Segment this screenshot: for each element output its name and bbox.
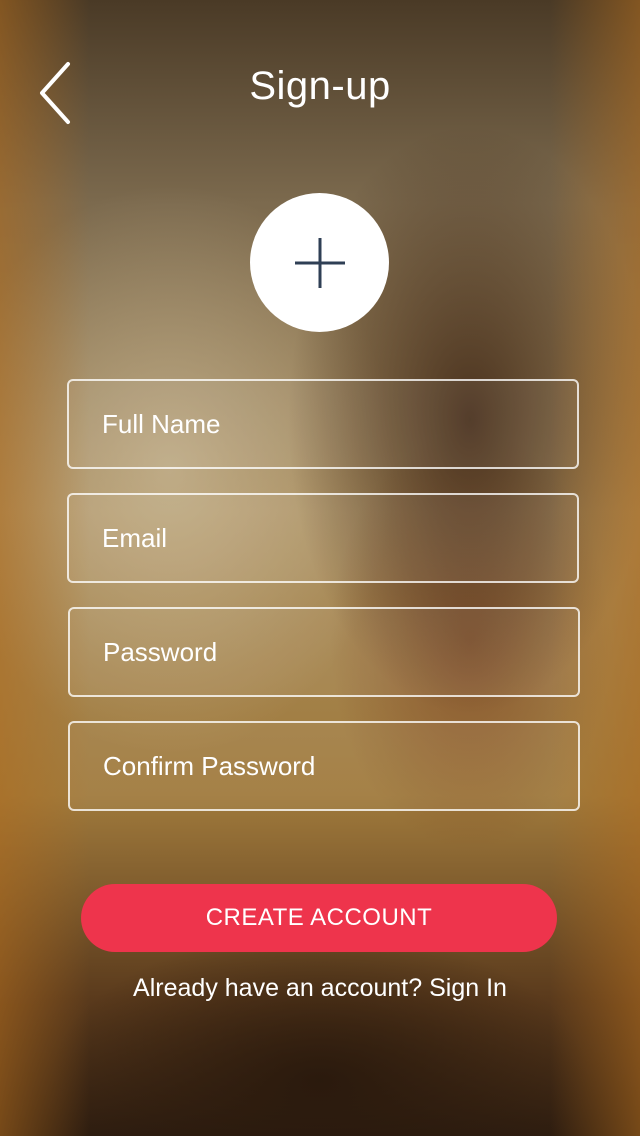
create-account-button[interactable]: CREATE ACCOUNT xyxy=(81,884,557,952)
page-title: Sign-up xyxy=(249,64,391,108)
add-photo-button[interactable] xyxy=(250,193,389,332)
email-field[interactable] xyxy=(67,493,579,583)
full-name-field[interactable] xyxy=(67,379,579,469)
signup-screen: Sign-up CREATE ACCOUNT Already have an a… xyxy=(0,0,640,1136)
password-field[interactable] xyxy=(68,607,580,697)
signin-link[interactable]: Sign In xyxy=(429,974,507,1002)
plus-icon xyxy=(294,237,345,288)
confirm-password-field[interactable] xyxy=(68,721,580,811)
signin-prompt-row: Already have an account? Sign In xyxy=(0,974,640,1003)
signin-prompt-text: Already have an account? xyxy=(133,974,423,1002)
